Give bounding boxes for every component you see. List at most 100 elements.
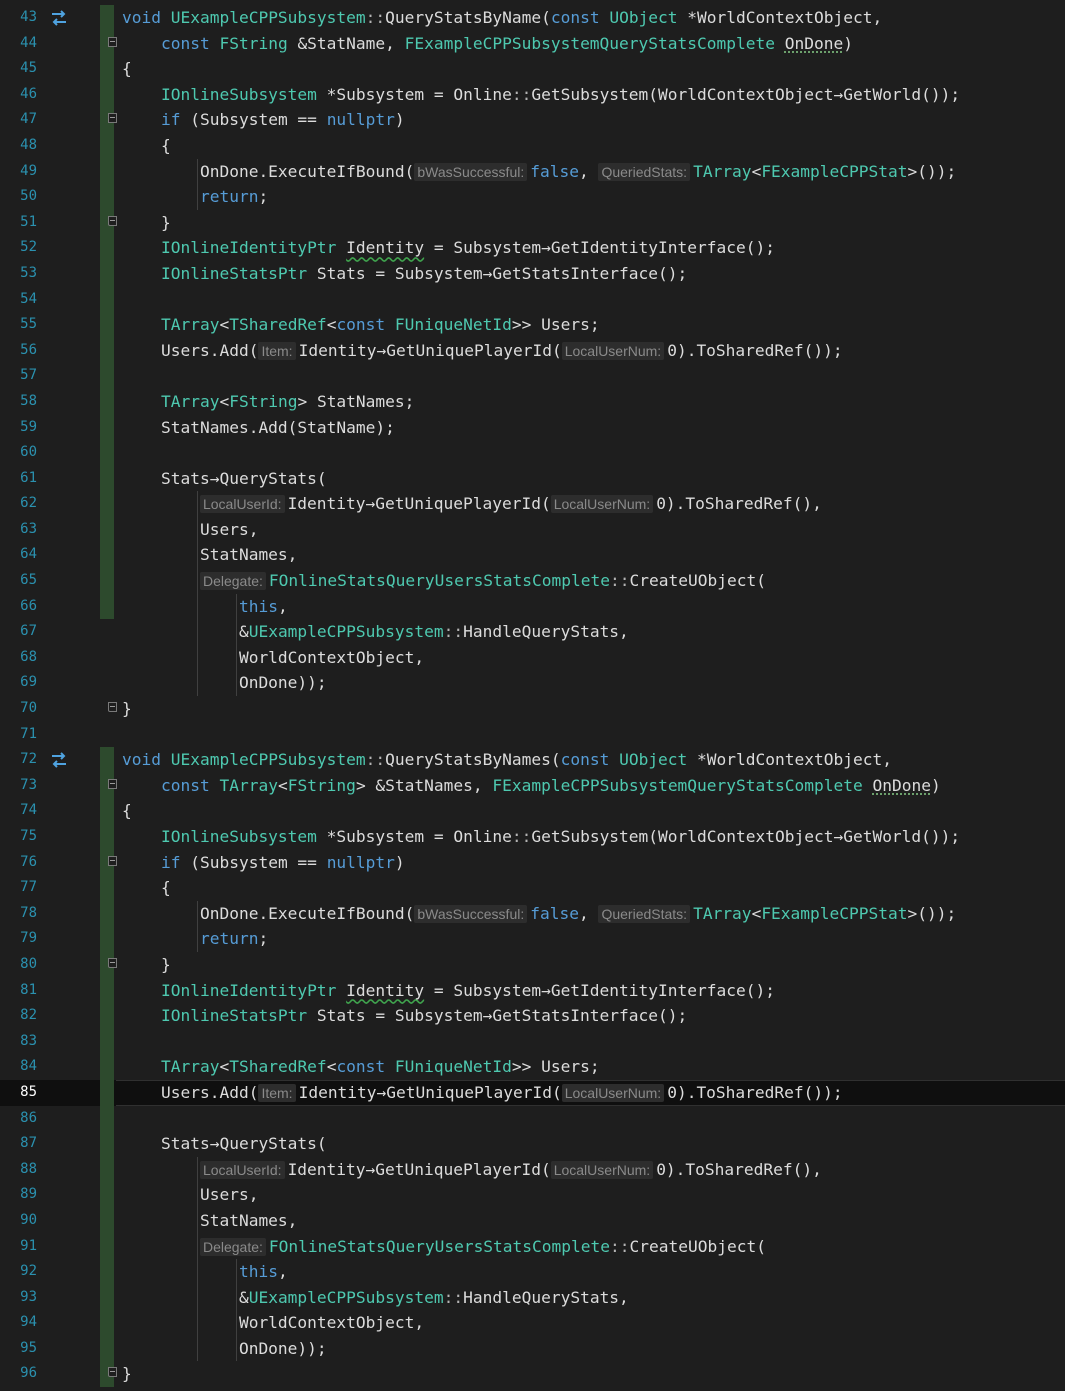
code-text: const FString &StatName, FExampleCPPSubs…: [122, 31, 853, 57]
code-line[interactable]: 91 Delegate: FOnlineStatsQueryUsersStatsC…: [0, 1233, 1065, 1260]
code-line[interactable]: 54: [0, 286, 1065, 313]
code-token: *WorldContextObject,: [697, 750, 892, 770]
code-token: OnDone.ExecuteIfBound(: [122, 903, 415, 923]
code-line[interactable]: 74 {: [0, 798, 1065, 824]
code-line[interactable]: 64 StatNames,: [0, 542, 1065, 569]
code-line[interactable]: 52 IOnlineIdentityPtr Identity = Subsyst…: [0, 235, 1065, 261]
code-line[interactable]: 46 IOnlineSubsystem *Subsystem = Online:…: [0, 81, 1065, 108]
code-line[interactable]: 57: [0, 363, 1065, 389]
code-token: Stats = Subsystem→GetStatsInterface();: [316, 1006, 688, 1026]
fold-collapse-icon[interactable]: [108, 778, 117, 789]
code-line[interactable]: 63 Users,: [0, 516, 1065, 543]
code-line[interactable]: 47 if (Subsystem == nullptr): [0, 107, 1065, 133]
code-line[interactable]: 83: [0, 1028, 1065, 1055]
line-number: 44: [20, 34, 37, 51]
code-token: TArray: [693, 903, 752, 923]
code-line[interactable]: 79 return;: [0, 926, 1065, 952]
code-token: WorldContextObject,: [122, 647, 425, 667]
code-line[interactable]: 96}: [0, 1361, 1065, 1388]
code-line[interactable]: 70}: [0, 696, 1065, 722]
code-token: FString: [287, 775, 356, 795]
code-line[interactable]: 76 if (Subsystem == nullptr): [0, 849, 1065, 876]
code-token: Identity→GetUniquePlayerId(: [298, 1082, 562, 1102]
fold-end-icon[interactable]: [108, 702, 117, 713]
change-indicator-bar: [100, 465, 114, 492]
fold-end-icon[interactable]: [108, 215, 117, 226]
code-text: this,: [122, 594, 288, 620]
code-line[interactable]: 82 IOnlineStatsPtr Stats = Subsystem→Get…: [0, 1003, 1065, 1029]
code-line[interactable]: 65 Delegate: FOnlineStatsQueryUsersStatsC…: [0, 568, 1065, 594]
code-line[interactable]: 84 TArray<TSharedRef<const FUniqueNetId>…: [0, 1054, 1065, 1080]
code-line[interactable]: 71: [0, 722, 1065, 748]
code-text: {: [122, 875, 171, 901]
code-text: if (Subsystem == nullptr): [122, 850, 405, 876]
code-line[interactable]: 51 }: [0, 209, 1065, 236]
indent-guide: [197, 1233, 199, 1260]
code-text: Users,: [122, 517, 259, 543]
swap-arrows-icon[interactable]: [49, 9, 69, 27]
fold-collapse-icon[interactable]: [108, 855, 117, 866]
code-line[interactable]: 55 TArray<TSharedRef<const FUniqueNetId>…: [0, 312, 1065, 338]
inlay-hint: LocalUserNum:: [561, 341, 665, 360]
code-line[interactable]: 87 Stats→QueryStats(: [0, 1131, 1065, 1157]
code-line[interactable]: 80 }: [0, 951, 1065, 978]
swap-arrows-icon[interactable]: [49, 751, 69, 769]
code-token: void: [122, 750, 171, 770]
code-token: }: [122, 954, 171, 974]
code-token: >> Users;: [511, 1057, 600, 1077]
code-line[interactable]: 67 &UExampleCPPSubsystem::HandleQuerySta…: [0, 619, 1065, 645]
code-text: }: [122, 696, 132, 722]
code-line[interactable]: 92 this,: [0, 1259, 1065, 1285]
code-line[interactable]: 90 StatNames,: [0, 1207, 1065, 1234]
code-line[interactable]: 44 const FString &StatName, FExampleCPPS…: [0, 30, 1065, 57]
code-line[interactable]: 72 void UExampleCPPSubsystem::QueryStatsB…: [0, 747, 1065, 773]
code-token: return: [199, 929, 259, 949]
code-token: 0).ToSharedRef());: [667, 1082, 843, 1102]
code-token: (Subsystem ==: [190, 852, 327, 872]
code-line[interactable]: 69 OnDone));: [0, 670, 1065, 697]
code-line[interactable]: 73 const TArray<FString> &StatNames, FEx…: [0, 772, 1065, 799]
code-line[interactable]: 68 WorldContextObject,: [0, 644, 1065, 671]
code-line[interactable]: 56 Users.Add(Item: Identity→GetUniquePlay…: [0, 337, 1065, 364]
code-line[interactable]: 59 StatNames.Add(StatName);: [0, 414, 1065, 441]
code-token: false: [530, 161, 579, 181]
fold-end-icon[interactable]: [108, 1367, 117, 1378]
code-line[interactable]: 66 this,: [0, 593, 1065, 620]
code-line[interactable]: 43 void UExampleCPPSubsystem::QueryStatsB…: [0, 5, 1065, 31]
code-line[interactable]: 95 OnDone));: [0, 1335, 1065, 1362]
code-line[interactable]: 85 Users.Add(Item: Identity→GetUniquePlay…: [0, 1079, 1065, 1106]
code-line[interactable]: 61 Stats→QueryStats(: [0, 465, 1065, 492]
code-token: UObject: [609, 8, 688, 27]
code-line[interactable]: 94 WorldContextObject,: [0, 1310, 1065, 1336]
code-line[interactable]: 60: [0, 440, 1065, 466]
code-line[interactable]: 50 return;: [0, 184, 1065, 210]
fold-collapse-icon[interactable]: [108, 36, 117, 47]
line-number: 64: [20, 546, 37, 563]
code-line[interactable]: 78 OnDone.ExecuteIfBound(bWasSuccessful:…: [0, 900, 1065, 927]
code-token: ,: [578, 903, 599, 923]
code-line[interactable]: 49 OnDone.ExecuteIfBound(bWasSuccessful:…: [0, 158, 1065, 185]
line-number: 61: [20, 469, 37, 486]
code-line[interactable]: 81 IOnlineIdentityPtr Identity = Subsyst…: [0, 977, 1065, 1004]
code-token: {: [122, 878, 171, 898]
fold-collapse-icon[interactable]: [108, 113, 117, 124]
code-line[interactable]: 45 {: [0, 56, 1065, 82]
code-line[interactable]: 58 TArray<FString> StatNames;: [0, 388, 1065, 415]
code-line[interactable]: 53 IOnlineStatsPtr Stats = Subsystem→Get…: [0, 260, 1065, 287]
code-line[interactable]: 88 LocalUserId: Identity→GetUniquePlayerI…: [0, 1156, 1065, 1183]
code-line[interactable]: 48 {: [0, 132, 1065, 159]
code-token: ,: [277, 1262, 288, 1282]
code-line[interactable]: 62 LocalUserId: Identity→GetUniquePlayerI…: [0, 491, 1065, 517]
line-number: 87: [20, 1135, 37, 1152]
code-line[interactable]: 89 Users,: [0, 1182, 1065, 1208]
change-indicator-bar: [100, 542, 114, 569]
code-line[interactable]: 75 IOnlineSubsystem *Subsystem = Online:…: [0, 824, 1065, 850]
fold-end-icon[interactable]: [108, 957, 117, 968]
code-text: {: [122, 133, 171, 159]
code-line[interactable]: 77 {: [0, 875, 1065, 901]
code-line[interactable]: 93 &UExampleCPPSubsystem::HandleQuerySta…: [0, 1284, 1065, 1311]
line-number: 77: [20, 879, 37, 896]
code-editor[interactable]: 43 void UExampleCPPSubsystem::QueryStatsB…: [0, 5, 1065, 1388]
code-line[interactable]: 86: [0, 1105, 1065, 1132]
